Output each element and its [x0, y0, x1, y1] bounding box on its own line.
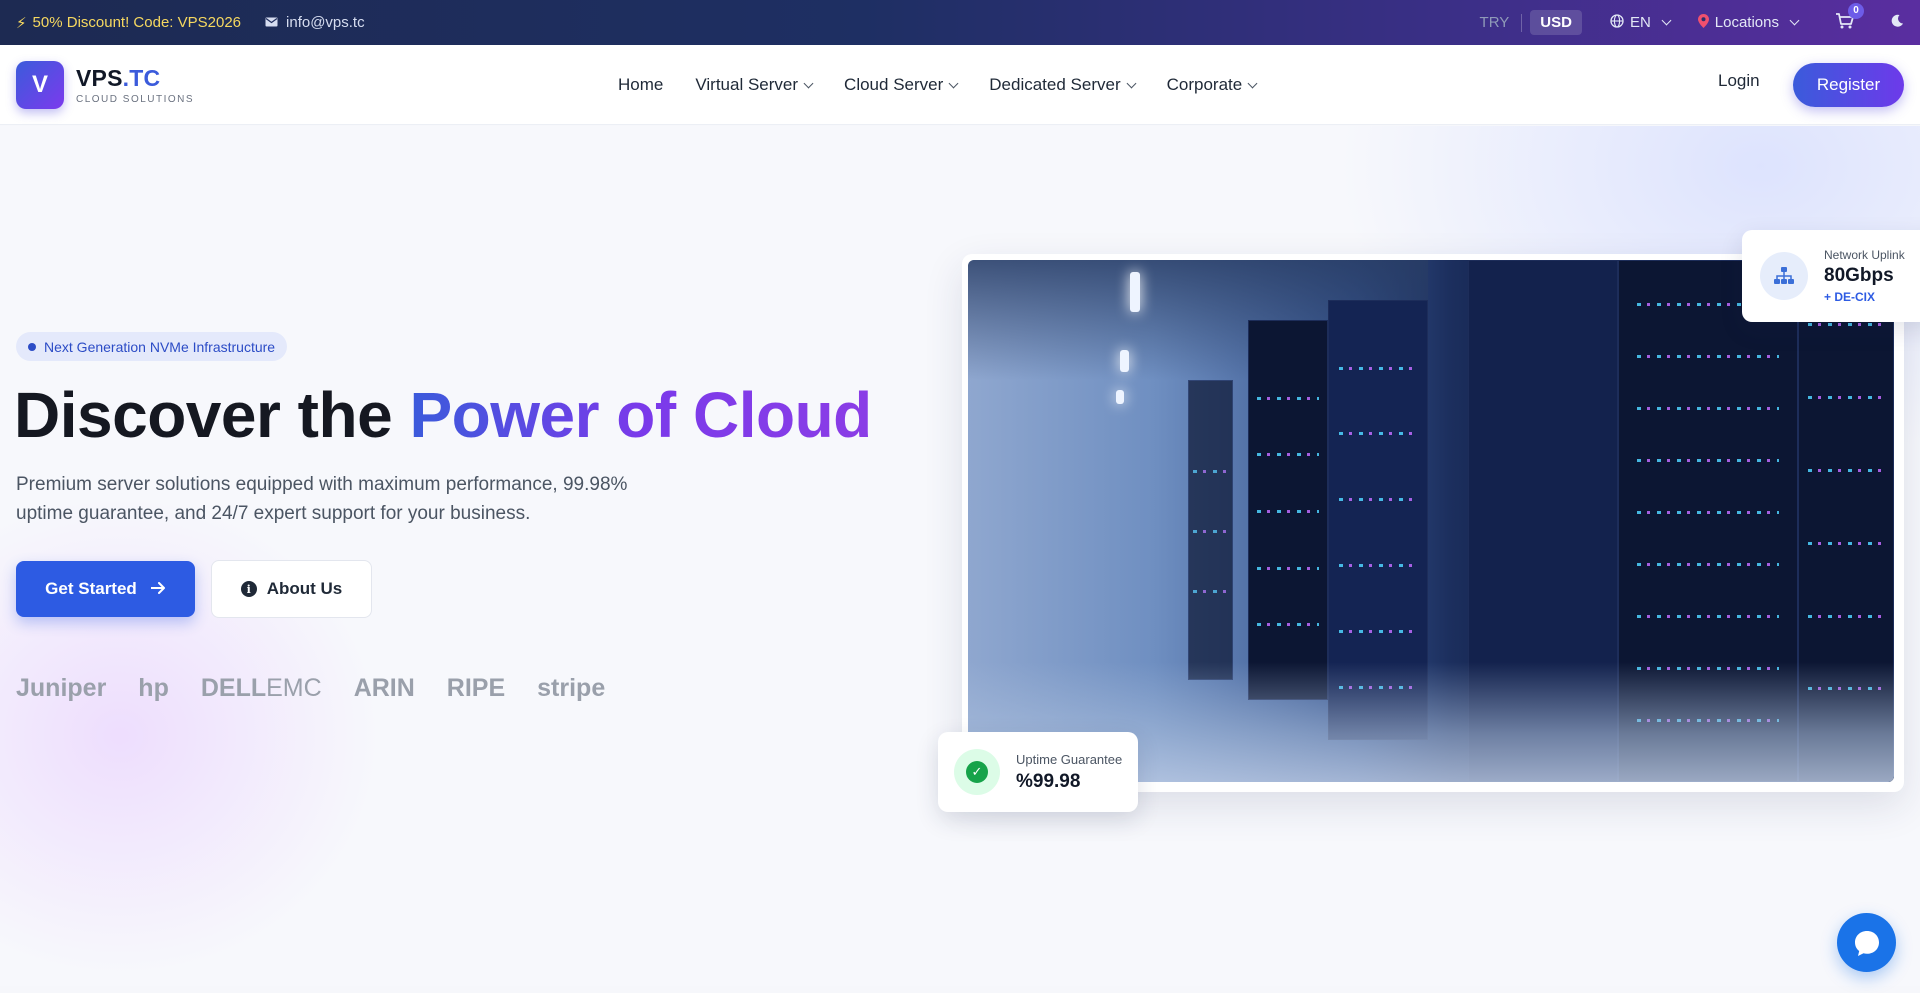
moon-icon	[1891, 14, 1903, 27]
login-link[interactable]: Login	[1718, 71, 1760, 91]
chevron-down-icon	[1247, 78, 1258, 88]
hero-subtitle: Premium server solutions equipped with m…	[16, 474, 628, 524]
partner-logo-dellemc: DELLEMC	[200, 674, 322, 702]
partner-logo-stripe: stripe	[537, 674, 606, 702]
get-started-button[interactable]: Get Started	[16, 561, 195, 617]
currency-usd[interactable]: USD	[1530, 10, 1582, 35]
globe-icon	[1610, 13, 1624, 32]
nav-menu: Home Virtual Server Cloud Server Dedicat…	[618, 45, 1288, 125]
partner-logo-ripe: RIPE	[446, 674, 506, 702]
check-circle-icon: ✓	[954, 749, 1000, 795]
language-label: EN	[1629, 14, 1651, 31]
network-icon	[1760, 252, 1808, 300]
email-text: info@vps.tc	[286, 14, 365, 31]
nav-item-dedicated-server[interactable]: Dedicated Server	[989, 75, 1137, 95]
network-uplink-card: Network Uplink 80Gbps + DE-CIX	[1742, 230, 1920, 322]
lightning-icon: ⚡	[16, 14, 27, 32]
locations-label: Locations	[1714, 14, 1779, 31]
logo-mark: V	[16, 60, 64, 109]
locations-selector[interactable]: Locations	[1697, 13, 1800, 32]
hero-title: Discover the Power of Cloud	[14, 379, 872, 451]
chevron-down-icon	[1661, 15, 1672, 26]
top-bar: ⚡ 50% Discount! Code: VPS2026 info@vps.t…	[0, 0, 1920, 45]
main-navigation: V VPS.TC CLOUD SOLUTIONS Home Virtual Se…	[0, 45, 1920, 125]
contact-email[interactable]: info@vps.tc	[265, 14, 365, 31]
chevron-down-icon	[1126, 78, 1137, 88]
uplink-label: Network Uplink	[1824, 248, 1905, 262]
chevron-down-icon	[1789, 15, 1800, 26]
uptime-guarantee-card: ✓ Uptime Guarantee %99.98	[938, 732, 1138, 812]
currency-try[interactable]: TRY	[1470, 10, 1520, 35]
uplink-subtext: + DE-CIX	[1824, 290, 1876, 304]
arrow-right-icon	[149, 579, 166, 599]
promo-text: 50% Discount! Code: VPS2026	[32, 14, 242, 31]
uplink-value: 80Gbps	[1824, 265, 1894, 286]
partner-logo-hp: hp	[138, 674, 169, 702]
uptime-label: Uptime Guarantee	[1016, 751, 1123, 767]
chevron-down-icon	[803, 78, 814, 88]
datacenter-image-frame	[962, 254, 1904, 792]
nav-item-home[interactable]: Home	[618, 75, 663, 95]
map-pin-icon	[1697, 13, 1709, 32]
cart-button[interactable]: 0	[1836, 2, 1864, 33]
cart-count-badge: 0	[1848, 2, 1864, 19]
nav-item-cloud-server[interactable]: Cloud Server	[844, 75, 959, 95]
brand-logo[interactable]: V VPS.TC CLOUD SOLUTIONS	[16, 60, 195, 109]
language-selector[interactable]: EN	[1610, 13, 1672, 32]
partner-logos: Juniper hp DELLEMC ARIN RIPE stripe	[16, 674, 605, 703]
promo-banner: ⚡ 50% Discount! Code: VPS2026	[16, 14, 241, 32]
register-button[interactable]: Register	[1793, 63, 1904, 107]
mail-icon	[265, 14, 278, 31]
uptime-value: %99.98	[1016, 770, 1081, 792]
currency-divider	[1521, 13, 1523, 32]
about-us-button[interactable]: i About Us	[211, 560, 372, 618]
feature-pill: Next Generation NVMe Infrastructure	[16, 332, 288, 361]
chevron-down-icon	[948, 78, 959, 88]
live-chat-button[interactable]	[1837, 913, 1896, 972]
info-icon: i	[240, 581, 257, 597]
datacenter-image	[968, 260, 1894, 782]
nav-item-virtual-server[interactable]: Virtual Server	[695, 75, 814, 95]
nav-item-corporate[interactable]: Corporate	[1167, 75, 1258, 95]
brand-tagline: CLOUD SOLUTIONS	[76, 93, 195, 105]
brand-name: VPS.TC	[76, 64, 161, 91]
dark-mode-toggle[interactable]	[1890, 14, 1904, 32]
hero-section: Next Generation NVMe Infrastructure Disc…	[0, 126, 1920, 986]
partner-logo-arin: ARIN	[353, 674, 415, 702]
partner-logo-juniper: Juniper	[16, 674, 107, 702]
chat-bubble-icon	[1854, 930, 1879, 956]
